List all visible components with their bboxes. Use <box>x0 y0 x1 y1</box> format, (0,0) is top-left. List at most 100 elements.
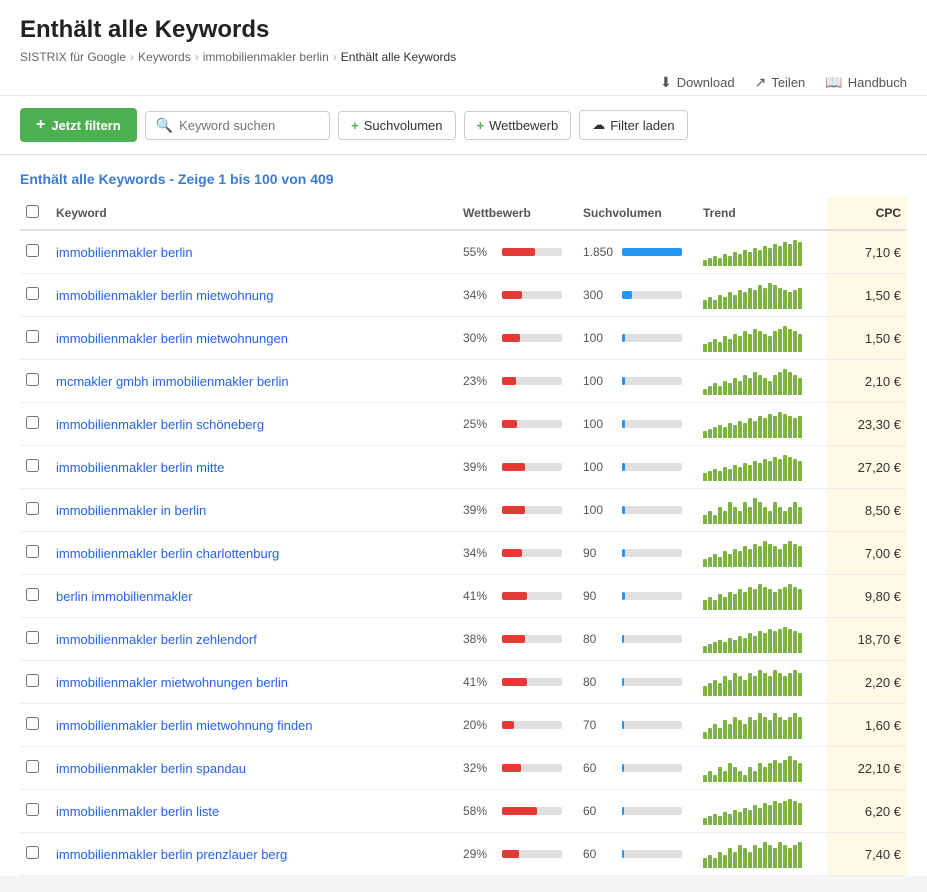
row-checkbox[interactable] <box>26 287 39 300</box>
row-checkbox[interactable] <box>26 416 39 429</box>
suchvolumen-header[interactable]: Suchvolumen <box>577 197 697 230</box>
trend-bar <box>728 554 732 567</box>
row-checkbox[interactable] <box>26 459 39 472</box>
trend-bar <box>788 717 792 739</box>
wettbewerb-cell: 20% <box>457 704 577 747</box>
trend-bar <box>773 713 777 739</box>
row-checkbox[interactable] <box>26 545 39 558</box>
trend-bar <box>798 378 802 395</box>
suchvolumen-track <box>622 248 682 256</box>
table-row: immobilienmakler berlin mitte39%10027,20… <box>20 446 907 489</box>
trend-bar <box>763 803 767 825</box>
keyword-link[interactable]: immobilienmakler mietwohnungen berlin <box>56 675 288 690</box>
filter-button[interactable]: + Jetzt filtern <box>20 108 137 142</box>
trend-bar <box>743 463 747 481</box>
trend-bar <box>723 427 727 438</box>
keyword-link[interactable]: immobilienmakler berlin schöneberg <box>56 417 264 432</box>
trend-bar <box>733 673 737 696</box>
trend-bar <box>728 469 732 481</box>
wettbewerb-fill <box>502 721 514 729</box>
trend-bar <box>758 631 762 653</box>
select-all-checkbox[interactable] <box>26 205 39 218</box>
suchvolumen-bar-container: 100 <box>583 374 691 388</box>
row-checkbox[interactable] <box>26 373 39 386</box>
trend-bar <box>753 498 757 524</box>
share-button[interactable]: ↗ Teilen <box>755 74 806 91</box>
download-button[interactable]: ⬇ Download <box>660 74 735 91</box>
row-checkbox[interactable] <box>26 760 39 773</box>
trend-bar <box>793 502 797 524</box>
keyword-cell: immobilienmakler berlin charlottenburg <box>50 532 457 575</box>
trend-bar <box>748 810 752 825</box>
keyword-link[interactable]: immobilienmakler berlin liste <box>56 804 219 819</box>
breadcrumb-sistrix[interactable]: SISTRIX für Google <box>20 50 126 64</box>
keyword-link[interactable]: immobilienmakler berlin mietwohnung <box>56 288 273 303</box>
keyword-link[interactable]: immobilienmakler berlin mitte <box>56 460 224 475</box>
cpc-cell: 7,10 € <box>827 230 907 274</box>
row-checkbox[interactable] <box>26 631 39 644</box>
trend-cell <box>697 704 827 747</box>
search-input[interactable] <box>179 118 319 133</box>
row-checkbox[interactable] <box>26 717 39 730</box>
wettbewerb-cell: 41% <box>457 575 577 618</box>
trend-bar <box>788 244 792 266</box>
keyword-link[interactable]: immobilienmakler berlin spandau <box>56 761 246 776</box>
wettbewerb-cell: 39% <box>457 489 577 532</box>
wettbewerb-value: 23% <box>463 374 498 388</box>
wettbewerb-header[interactable]: Wettbewerb <box>457 197 577 230</box>
trend-bar <box>738 812 742 825</box>
trend-sparkline <box>703 367 821 395</box>
row-checkbox[interactable] <box>26 674 39 687</box>
trend-cell <box>697 230 827 274</box>
trend-bar <box>748 587 752 610</box>
row-checkbox[interactable] <box>26 502 39 515</box>
trend-bar <box>773 801 777 825</box>
trend-bar <box>718 594 722 610</box>
trend-cell <box>697 575 827 618</box>
table-row: immobilienmakler berlin mietwohnungen30%… <box>20 317 907 360</box>
trend-bar <box>733 252 737 266</box>
trend-sparkline <box>703 754 821 782</box>
suchvolumen-track <box>622 549 682 557</box>
keyword-link[interactable]: immobilienmakler berlin mietwohnung find… <box>56 718 313 733</box>
keyword-link[interactable]: mcmakler gmbh immobilienmakler berlin <box>56 374 289 389</box>
wettbewerb-bar-container: 39% <box>463 460 571 474</box>
cpc-cell: 7,40 € <box>827 833 907 876</box>
trend-bar <box>708 511 712 524</box>
keyword-link[interactable]: immobilienmakler berlin prenzlauer berg <box>56 847 287 862</box>
table-row: berlin immobilienmakler41%909,80 € <box>20 575 907 618</box>
trend-bar <box>773 375 777 395</box>
keyword-link[interactable]: immobilienmakler berlin <box>56 245 193 260</box>
keyword-link[interactable]: immobilienmakler berlin mietwohnungen <box>56 331 288 346</box>
keyword-link[interactable]: immobilienmakler berlin charlottenburg <box>56 546 279 561</box>
wettbewerb-fill <box>502 377 516 385</box>
row-checkbox-cell <box>20 833 50 876</box>
row-checkbox[interactable] <box>26 244 39 257</box>
keyword-link[interactable]: immobilienmakler in berlin <box>56 503 206 518</box>
row-checkbox[interactable] <box>26 803 39 816</box>
trend-bar <box>798 717 802 739</box>
trend-bar <box>798 803 802 825</box>
trend-bar <box>748 633 752 653</box>
handbuch-button[interactable]: 📖 Handbuch <box>825 74 907 91</box>
keyword-link[interactable]: immobilienmakler berlin zehlendorf <box>56 632 257 647</box>
row-checkbox[interactable] <box>26 588 39 601</box>
row-checkbox[interactable] <box>26 330 39 343</box>
trend-bar <box>738 467 742 481</box>
wettbewerb-value: 38% <box>463 632 498 646</box>
trend-bar <box>733 425 737 438</box>
keyword-cell: immobilienmakler berlin zehlendorf <box>50 618 457 661</box>
trend-bar <box>758 584 762 610</box>
wettbewerb-button[interactable]: + Wettbewerb <box>464 111 572 140</box>
breadcrumb-term[interactable]: immobilienmakler berlin <box>203 50 329 64</box>
keyword-link[interactable]: berlin immobilienmakler <box>56 589 193 604</box>
breadcrumb-keywords[interactable]: Keywords <box>138 50 191 64</box>
filter-laden-button[interactable]: ☁ Filter laden <box>579 110 687 140</box>
suchvolumen-button[interactable]: + Suchvolumen <box>338 111 455 140</box>
trend-cell <box>697 661 827 704</box>
wettbewerb-track <box>502 678 562 686</box>
trend-bar <box>788 541 792 567</box>
wettbewerb-value: 29% <box>463 847 498 861</box>
suchvolumen-track <box>622 635 682 643</box>
row-checkbox[interactable] <box>26 846 39 859</box>
